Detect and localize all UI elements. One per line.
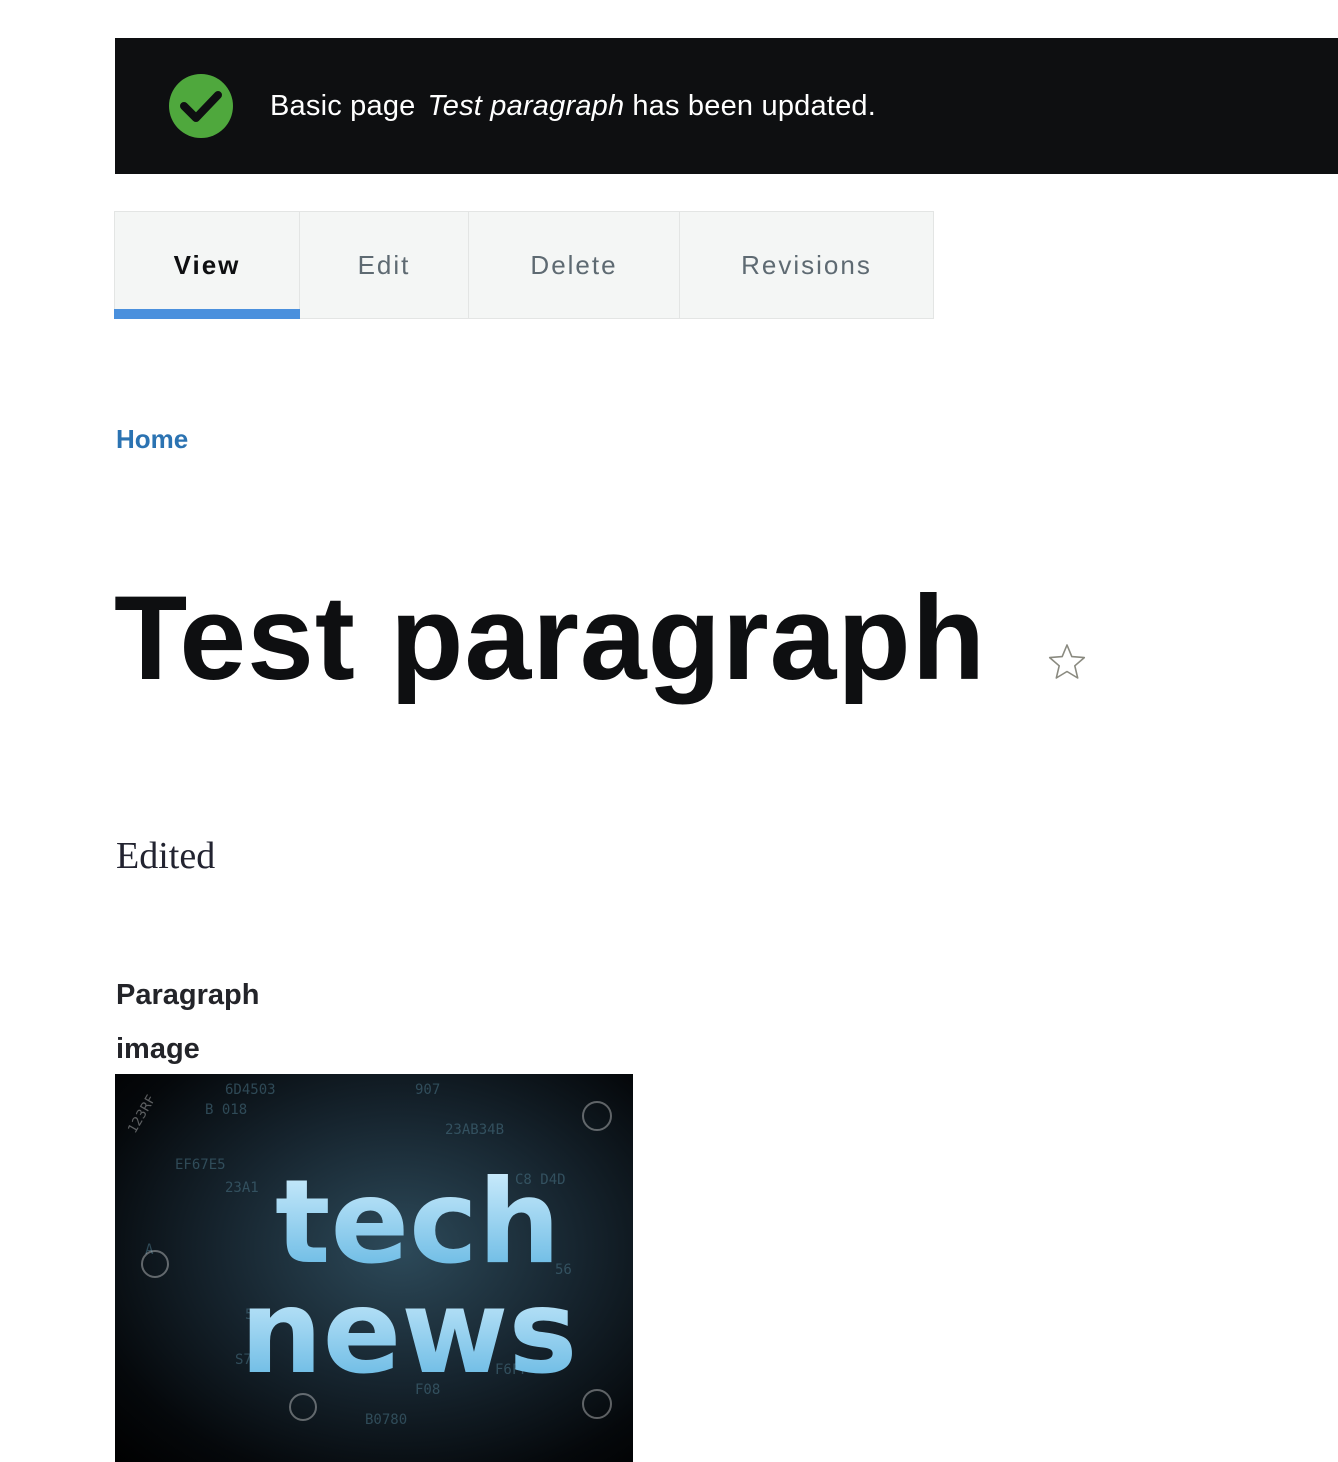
svg-text:B0780: B0780 [365, 1412, 407, 1428]
breadcrumb-home-link[interactable]: Home [116, 424, 188, 455]
svg-text:B 018: B 018 [205, 1102, 247, 1118]
status-suffix: has been updated. [632, 89, 876, 122]
status-node-title: Test paragraph [427, 89, 625, 122]
body-text: Edited [116, 835, 216, 877]
field-label-paragraph-image: Paragraph image [116, 979, 260, 1065]
status-text: Basic page Test paragraph has been updated… [270, 38, 876, 174]
star-icon[interactable] [1047, 642, 1087, 682]
svg-text:23AB34B: 23AB34B [445, 1122, 504, 1138]
tab-revisions[interactable]: Revisions [680, 212, 933, 318]
check-circle-icon [168, 73, 234, 139]
tab-edit[interactable]: Edit [300, 212, 469, 318]
tech-news-image: 6D4503 B 018 907 23AB34B EF67E5 23A1 C8 … [115, 1074, 633, 1462]
svg-text:6D4503: 6D4503 [225, 1082, 276, 1098]
tab-view[interactable]: View [114, 212, 300, 319]
page-title: Test paragraph [114, 571, 986, 705]
svg-text:907: 907 [415, 1082, 440, 1098]
svg-text:EF67E5: EF67E5 [175, 1157, 226, 1173]
local-tasks-tabs: View Edit Delete Revisions [114, 211, 934, 319]
status-prefix: Basic page [270, 89, 416, 122]
page: Basic page Test paragraph has been updated… [0, 0, 1338, 1462]
svg-text:23A1: 23A1 [225, 1180, 259, 1196]
tab-delete[interactable]: Delete [469, 212, 680, 318]
image-word-news: news [240, 1265, 577, 1400]
status-message: Basic page Test paragraph has been updated… [115, 38, 1338, 174]
image-watermark: 123RF [125, 1093, 159, 1136]
